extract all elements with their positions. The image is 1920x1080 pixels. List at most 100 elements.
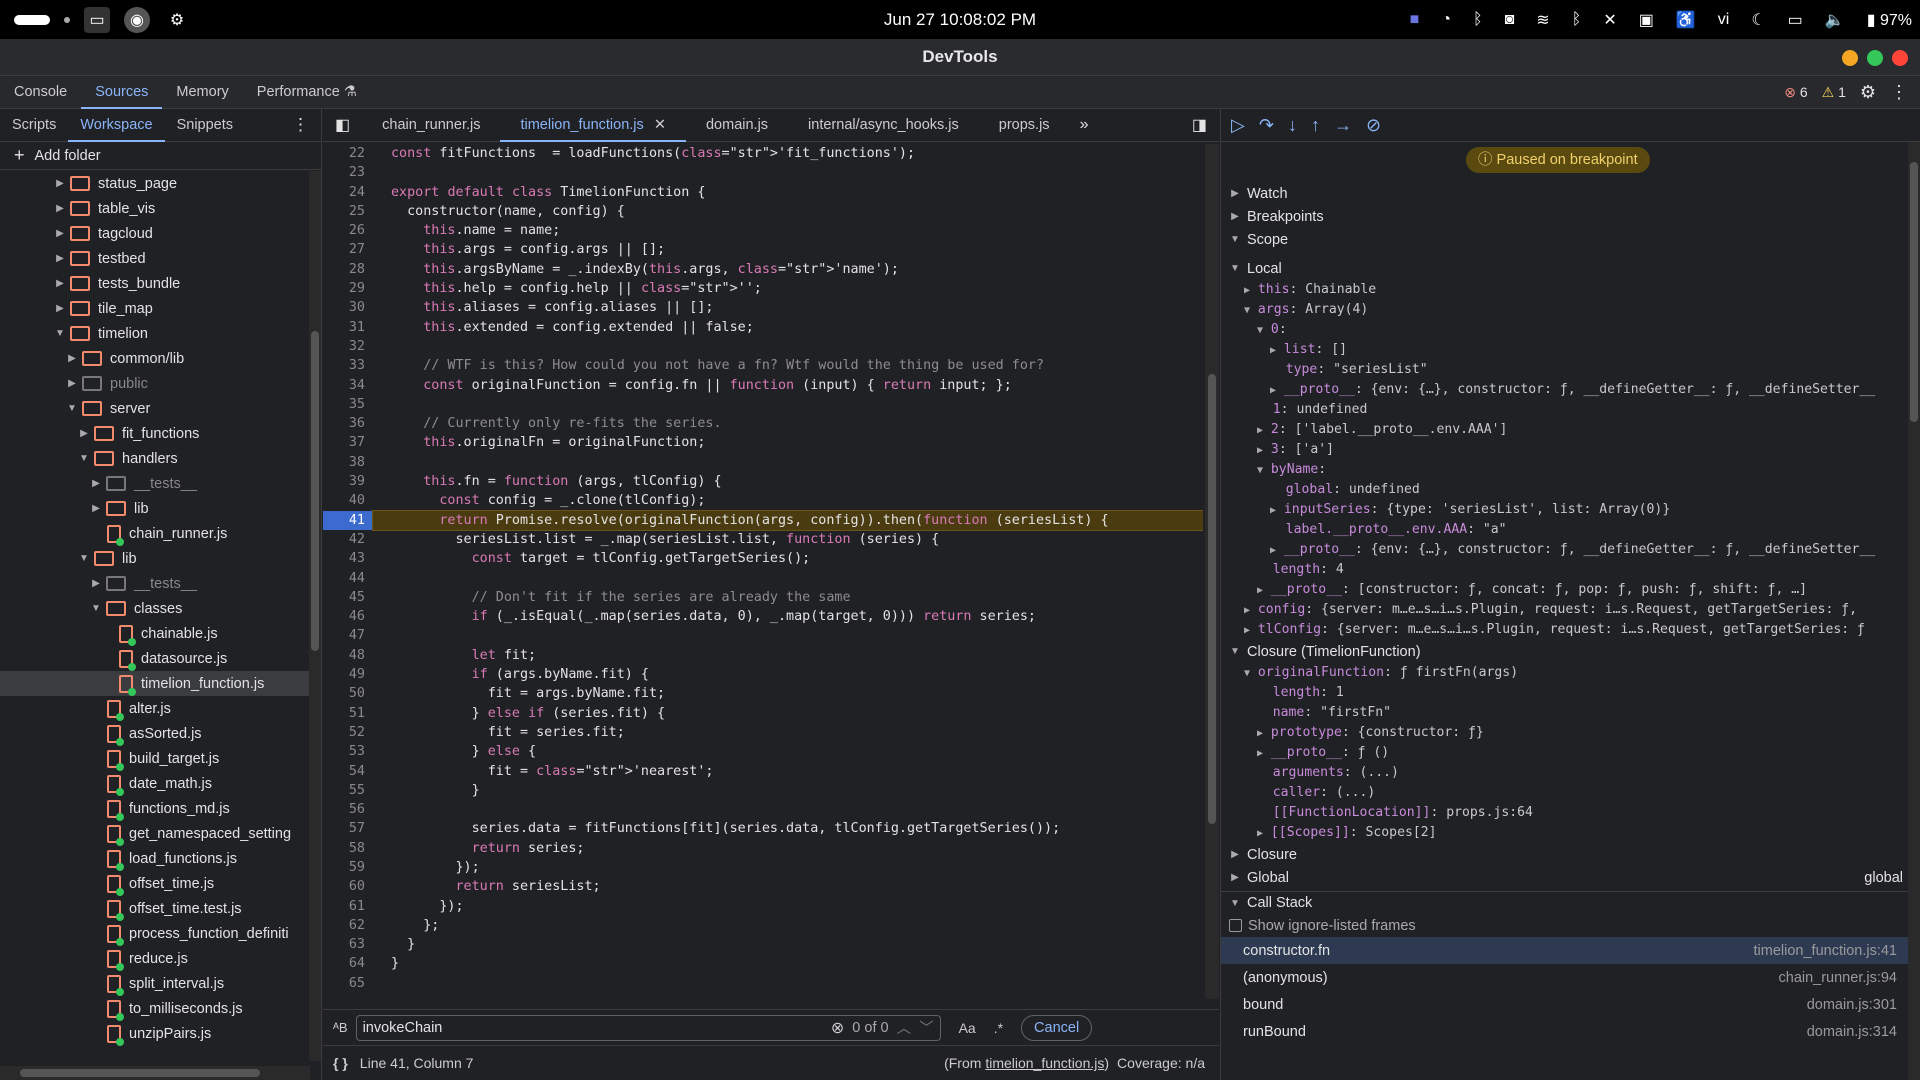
tree-file[interactable]: load_functions.js — [0, 846, 310, 871]
bluetooth-icon[interactable]: ᛒ — [1473, 11, 1483, 29]
expand-arrow-icon[interactable]: ▶ — [90, 478, 102, 489]
line-number[interactable]: 40 — [323, 491, 373, 510]
previous-match-icon[interactable]: ︿ — [897, 1017, 912, 1038]
collapse-arrow-icon[interactable]: ▼ — [66, 403, 78, 414]
call-frame-location[interactable]: timelion_function.js:41 — [1754, 943, 1897, 959]
nav-tab-snippets[interactable]: Snippets — [165, 109, 245, 142]
code-line[interactable]: 42 seriesList.list = _.map(seriesList.li… — [323, 530, 1203, 549]
line-number[interactable]: 32 — [323, 337, 373, 356]
call-frame-location[interactable]: chain_runner.js:94 — [1779, 970, 1898, 986]
tree-file[interactable]: reduce.js — [0, 946, 310, 971]
code-line[interactable]: 47 — [323, 626, 1203, 645]
line-number[interactable]: 27 — [323, 240, 373, 259]
code-area[interactable]: 22 const fitFunctions = loadFunctions(cla… — [323, 144, 1203, 999]
call-frame[interactable]: bound domain.js:301 — [1221, 991, 1909, 1018]
close-tab-icon[interactable]: ✕ — [654, 117, 666, 133]
clear-search-icon[interactable]: ⊗ — [831, 1018, 844, 1038]
tree-folder[interactable]: ▶ fit_functions — [0, 421, 310, 446]
scope-variable[interactable]: ▶ config: {server: m…e…s…i…s.Plugin, req… — [1221, 600, 1909, 620]
code-line[interactable]: 51 } else if (series.fit) { — [323, 704, 1203, 723]
tree-file[interactable]: split_interval.js — [0, 971, 310, 996]
line-number[interactable]: 25 — [323, 202, 373, 221]
line-number[interactable]: 38 — [323, 453, 373, 472]
line-number[interactable]: 31 — [323, 318, 373, 337]
global-section[interactable]: ▶ Global global — [1221, 866, 1909, 889]
tree-file[interactable]: get_namespaced_setting — [0, 821, 310, 846]
checkbox[interactable] — [1229, 919, 1242, 932]
collapse-arrow-icon[interactable]: ▼ — [78, 453, 90, 464]
line-number[interactable]: 24 — [323, 183, 373, 202]
toggle-navigator-icon[interactable]: ◧ — [323, 115, 362, 135]
scope-variable[interactable]: ▶ list: [] — [1221, 340, 1909, 360]
line-number[interactable]: 58 — [323, 839, 373, 858]
tab-console[interactable]: Console — [0, 76, 81, 109]
scope-variable[interactable]: ▶ tlConfig: {server: m…e…s…i…s.Plugin, r… — [1221, 620, 1909, 640]
code-line[interactable]: 30 this.aliases = config.aliases || []; — [323, 298, 1203, 317]
cancel-search-button[interactable]: Cancel — [1021, 1014, 1093, 1041]
line-number[interactable]: 44 — [323, 569, 373, 588]
code-line[interactable]: 22 const fitFunctions = loadFunctions(cla… — [323, 144, 1203, 163]
code-line[interactable]: 65 — [323, 974, 1203, 993]
tab-sources[interactable]: Sources — [81, 76, 163, 109]
expand-arrow-icon[interactable]: ▶ — [54, 253, 66, 264]
closure-variable[interactable]: arguments: (...) — [1221, 763, 1909, 783]
tree-file[interactable]: to_milliseconds.js — [0, 996, 310, 1021]
tree-file[interactable]: timelion_function.js — [0, 671, 310, 696]
line-number[interactable]: 46 — [323, 607, 373, 626]
line-number[interactable]: 48 — [323, 646, 373, 665]
code-line[interactable]: 31 this.extended = config.extended || fa… — [323, 318, 1203, 337]
line-number[interactable]: 33 — [323, 356, 373, 375]
code-line[interactable]: 26 this.name = name; — [323, 221, 1203, 240]
tree-folder[interactable]: ▶ lib — [0, 496, 310, 521]
tree-file[interactable]: process_function_definiti — [0, 921, 310, 946]
code-line[interactable]: 52 fit = series.fit; — [323, 723, 1203, 742]
code-line[interactable]: 46 if (_.isEqual(_.map(series.data, 0), … — [323, 607, 1203, 626]
tree-folder[interactable]: ▶ common/lib — [0, 346, 310, 371]
bluetooth-icon[interactable]: ᛒ — [1572, 11, 1582, 29]
sync-icon[interactable]: ◔ — [1441, 11, 1451, 29]
scope-section[interactable]: ▼ Scope — [1221, 228, 1909, 251]
navigator-scrollbar[interactable] — [309, 171, 321, 1061]
tree-file[interactable]: chainable.js — [0, 621, 310, 646]
scope-variable[interactable]: ▶ __proto__: {env: {…}, constructor: ƒ, … — [1221, 380, 1909, 400]
closure-variable[interactable]: ▼ originalFunction: ƒ firstFn(args) — [1221, 663, 1909, 683]
source-origin-link[interactable]: timelion_function.js — [985, 1055, 1104, 1071]
closure-variable[interactable]: ▶ [[Scopes]]: Scopes[2] — [1221, 823, 1909, 843]
code-line[interactable]: 44 — [323, 569, 1203, 588]
line-number[interactable]: 60 — [323, 877, 373, 896]
tree-folder[interactable]: ▼ server — [0, 396, 310, 421]
deactivate-breakpoints-icon[interactable]: ⊘ — [1366, 115, 1381, 136]
scope-variable[interactable]: ▶ inputSeries: {type: 'seriesList', list… — [1221, 500, 1909, 520]
editor-scrollbar[interactable] — [1205, 144, 1219, 999]
code-line[interactable]: 63 } — [323, 935, 1203, 954]
collapse-arrow-icon[interactable]: ▼ — [54, 328, 66, 339]
match-case-button[interactable]: Aa — [959, 1020, 976, 1036]
nav-tab-workspace[interactable]: Workspace — [68, 109, 165, 142]
line-number[interactable]: 50 — [323, 684, 373, 703]
tree-folder[interactable]: ▶ __tests__ — [0, 571, 310, 596]
collapse-arrow-icon[interactable]: ▼ — [78, 553, 90, 564]
editor-tab[interactable]: chain_runner.js — [362, 109, 500, 142]
line-number[interactable]: 62 — [323, 916, 373, 935]
step-into-icon[interactable]: ↓ — [1288, 115, 1297, 136]
chrome-icon[interactable]: ◉ — [124, 6, 150, 33]
volume-icon[interactable]: 🔈 — [1825, 10, 1845, 30]
expand-arrow-icon[interactable]: ▶ — [54, 303, 66, 314]
line-number[interactable]: 30 — [323, 298, 373, 317]
keyboard-language[interactable]: vi — [1718, 11, 1730, 29]
expand-arrow-icon[interactable]: ▶ — [54, 228, 66, 239]
code-line[interactable]: 35 — [323, 395, 1203, 414]
line-number[interactable]: 36 — [323, 414, 373, 433]
tree-folder[interactable]: ▶ status_page — [0, 171, 310, 196]
call-frame[interactable]: (anonymous) chain_runner.js:94 — [1221, 964, 1909, 991]
line-number[interactable]: 49 — [323, 665, 373, 684]
tree-file[interactable]: offset_time.js — [0, 871, 310, 896]
warning-counter[interactable]: ⚠ 1 — [1822, 84, 1846, 101]
closure-variable[interactable]: caller: (...) — [1221, 783, 1909, 803]
search-input[interactable]: invokeChain ⊗ 0 of 0 ︿ ﹀ — [355, 1014, 941, 1041]
teams-icon[interactable]: ■ — [1410, 11, 1420, 29]
nav-tab-scripts[interactable]: Scripts — [0, 109, 68, 142]
expand-arrow-icon[interactable]: ▶ — [90, 503, 102, 514]
line-number[interactable]: 65 — [323, 974, 373, 993]
scope-variable[interactable]: ▼ byName: — [1221, 460, 1909, 480]
